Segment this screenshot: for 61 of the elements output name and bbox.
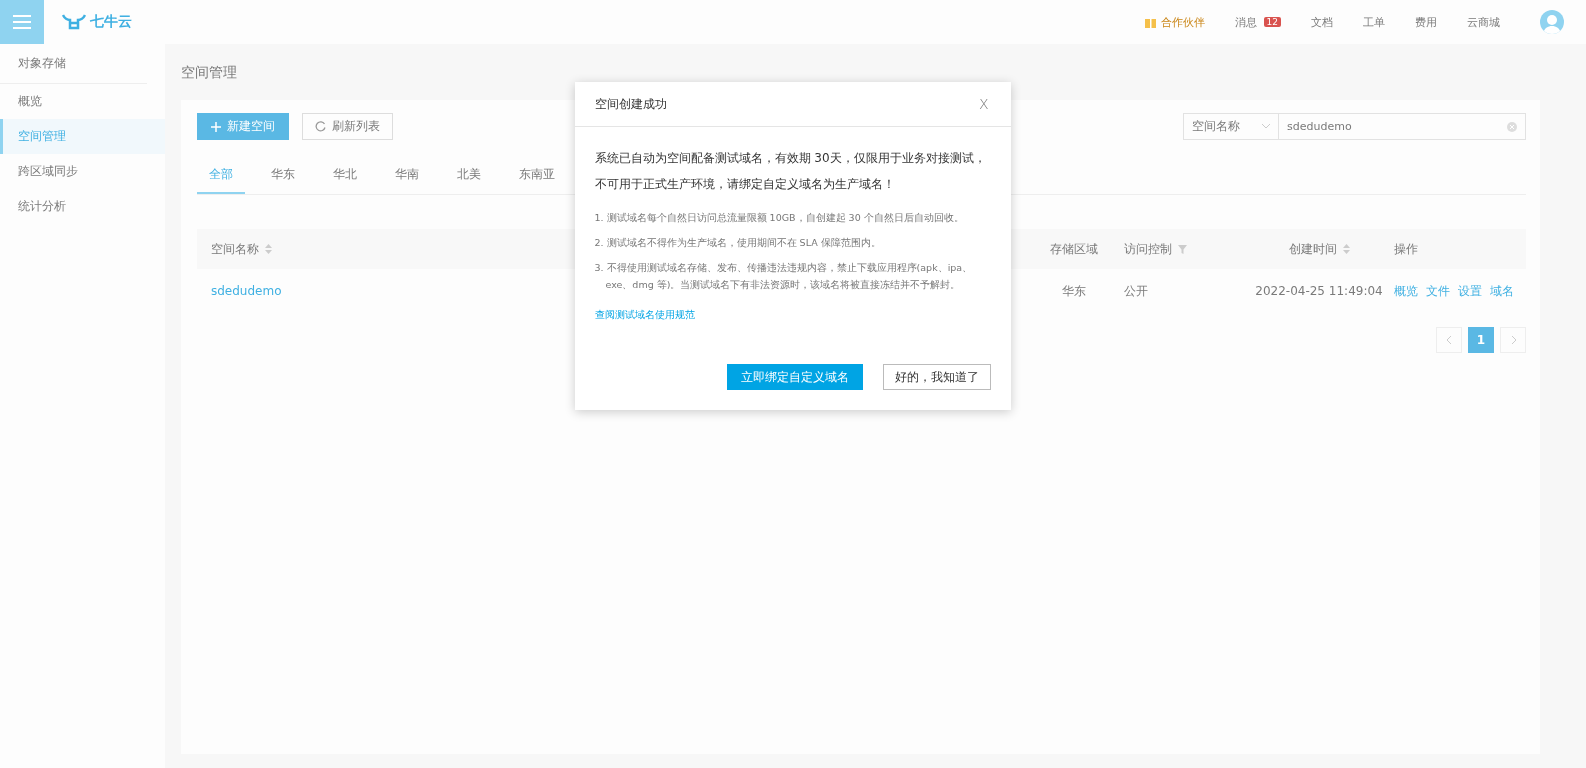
chevron-right-icon [1510,336,1516,344]
column-header: 访问控制 [1124,240,1172,258]
nav-link[interactable]: 工单 [1363,14,1385,30]
count-badge: 12 [1263,17,1281,27]
bind-domain-button[interactable]: 立即绑定自定义域名 [726,364,863,390]
menu-icon [13,15,31,29]
region-tab[interactable]: 东南亚 [507,158,567,194]
table-cell: 华东 [1062,282,1086,300]
note-text: 2. 测试域名不得作为生产域名，使用期间不在 SLA 保障范围内。 [594,236,882,250]
next-page-button[interactable] [1500,327,1526,353]
sidebar-heading: 对象存储 [0,44,147,84]
bucket-name-link[interactable]: sdedudemo [211,284,282,298]
region-tab[interactable]: 华北 [321,158,369,194]
acknowledge-button[interactable]: 好的，我知道了 [882,364,991,390]
sort-icon [1342,244,1350,254]
dialog-title: 空间创建成功 [594,95,667,113]
region-tab[interactable]: 华东 [259,158,307,194]
previous-page-button[interactable] [1436,327,1462,353]
nav-link[interactable]: 文档 [1311,14,1333,30]
action-link[interactable]: 域名 [1490,282,1514,300]
table-cell: 公开 [1124,282,1148,300]
sort-icon [265,244,272,254]
sidebar-item[interactable]: 空间管理 [0,119,165,154]
region-tab[interactable]: 北美 [445,158,493,194]
search-field[interactable]: sdedudemo [1279,113,1526,140]
region-tab[interactable]: 全部 [197,158,245,194]
search-type-select[interactable]: 空间名称 [1183,113,1279,140]
column-header: 空间名称 [211,240,259,258]
sidebar-item[interactable]: 概览 [0,84,165,119]
gift-icon [1144,16,1156,28]
action-link[interactable]: 文件 [1426,282,1450,300]
nav-link[interactable]: 费用 [1415,14,1437,30]
action-link[interactable]: 概览 [1394,282,1418,300]
column-header: 创建时间 [1288,240,1337,258]
chevron-left-icon [1446,336,1452,344]
sidebar-item[interactable]: 统计分析 [0,189,165,224]
page-title: 空间管理 [181,64,237,80]
messages-link[interactable]: 消息 12 [1234,14,1281,30]
action-link[interactable]: 设置 [1458,282,1482,300]
table-cell: 2022-04-25 11:49:04 [1255,284,1383,298]
bull-logo-icon [62,14,86,30]
menu-button[interactable] [0,0,44,44]
refresh-button[interactable]: 刷新列表 [302,113,393,140]
sidebar-item[interactable]: 跨区域同步 [0,154,165,189]
filter-icon[interactable] [1178,244,1187,254]
nav-link[interactable]: 云商城 [1467,14,1500,30]
avatar-icon[interactable] [1540,10,1564,34]
partner-link[interactable]: 合作伙伴 [1144,14,1205,30]
dialog-message: 系统已自动为空间配备测试域名，有效期 30天，仅限用于业务对接测试，不可用于正式生产环境，请绑定自定义域名为生产域名！ [594,150,987,193]
plus-icon [211,121,221,132]
close-button[interactable]: X [978,96,989,112]
chevron-down-icon [1262,124,1270,129]
column-header: 操作 [1394,240,1418,258]
note-text: 1. 测试域名每个自然日访问总流量限额 10GB，自创建起 30 个自然日后自动回收。 [594,211,965,225]
rules-link[interactable]: 查阅测试域名使用规范 [594,309,695,322]
refresh-icon [315,121,326,132]
logo-text: 七牛云 [90,13,132,31]
note-text: 3. 不得使用测试域名存储、发布、传播违法违规内容，禁止下载应用程序(apk、ipa、exe、dmg 等)。当测试域名下有非法资源时，该域名将被直接冻结并不予解封。 [594,261,974,292]
clear-icon[interactable] [1507,121,1517,132]
column-header: 存储区域 [1050,240,1098,258]
region-tab[interactable]: 华南 [383,158,431,194]
